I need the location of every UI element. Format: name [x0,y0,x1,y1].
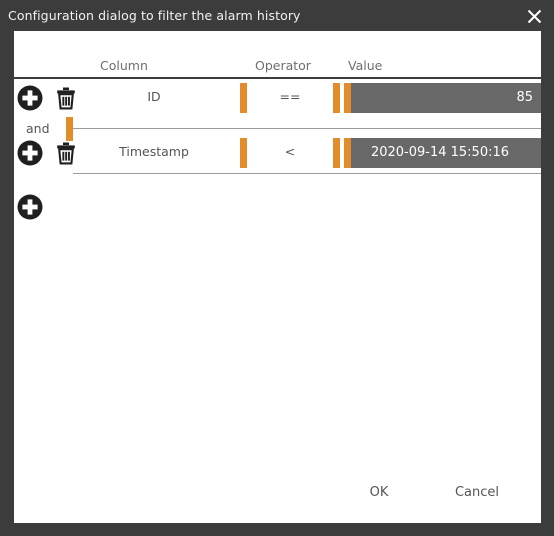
ok-button[interactable]: OK [354,479,404,507]
close-icon[interactable] [520,2,548,29]
plus-circle-icon[interactable] [16,84,44,112]
filter-value-text: 2020-09-14 15:50:16 [370,145,510,160]
filter-value-text: 85 [516,90,533,105]
add-filter-row-button[interactable] [16,193,44,221]
dialog-titlebar: Configuration dialog to filter the alarm… [0,0,554,31]
trash-icon[interactable] [52,84,80,112]
plus-circle-icon[interactable] [16,139,44,167]
column-select-indicator[interactable] [240,83,247,113]
filter-configuration-dialog: Configuration dialog to filter the alarm… [0,0,554,536]
dialog-title: Configuration dialog to filter the alarm… [8,8,301,23]
dialog-content-panel: Column Operator Value ID == 85 and Times… [14,31,541,523]
column-select-indicator[interactable] [240,138,247,168]
trash-icon[interactable] [52,139,80,167]
conjunction-divider [73,128,541,129]
filter-operator-select[interactable]: < [254,144,326,159]
operator-select-indicator[interactable] [333,138,340,168]
operator-select-indicator[interactable] [333,83,340,113]
header-column: Column [100,58,148,73]
header-operator: Operator [255,58,311,73]
filter-column-select[interactable]: Timestamp [84,144,224,159]
table-header-row: Column Operator Value [14,31,541,79]
filter-row: ID == 85 [14,79,541,117]
cancel-button[interactable]: Cancel [445,479,509,507]
filter-operator-select[interactable]: == [254,89,326,104]
filter-row: Timestamp < 2020-09-14 15:50:16 [14,134,541,172]
filter-column-select[interactable]: ID [84,89,224,104]
header-value: Value [348,58,383,73]
filter-value-input[interactable]: 2020-09-14 15:50:16 [344,138,541,168]
row-divider [73,173,541,174]
dialog-footer: OK Cancel [14,479,541,509]
filter-value-input[interactable]: 85 [344,83,541,113]
